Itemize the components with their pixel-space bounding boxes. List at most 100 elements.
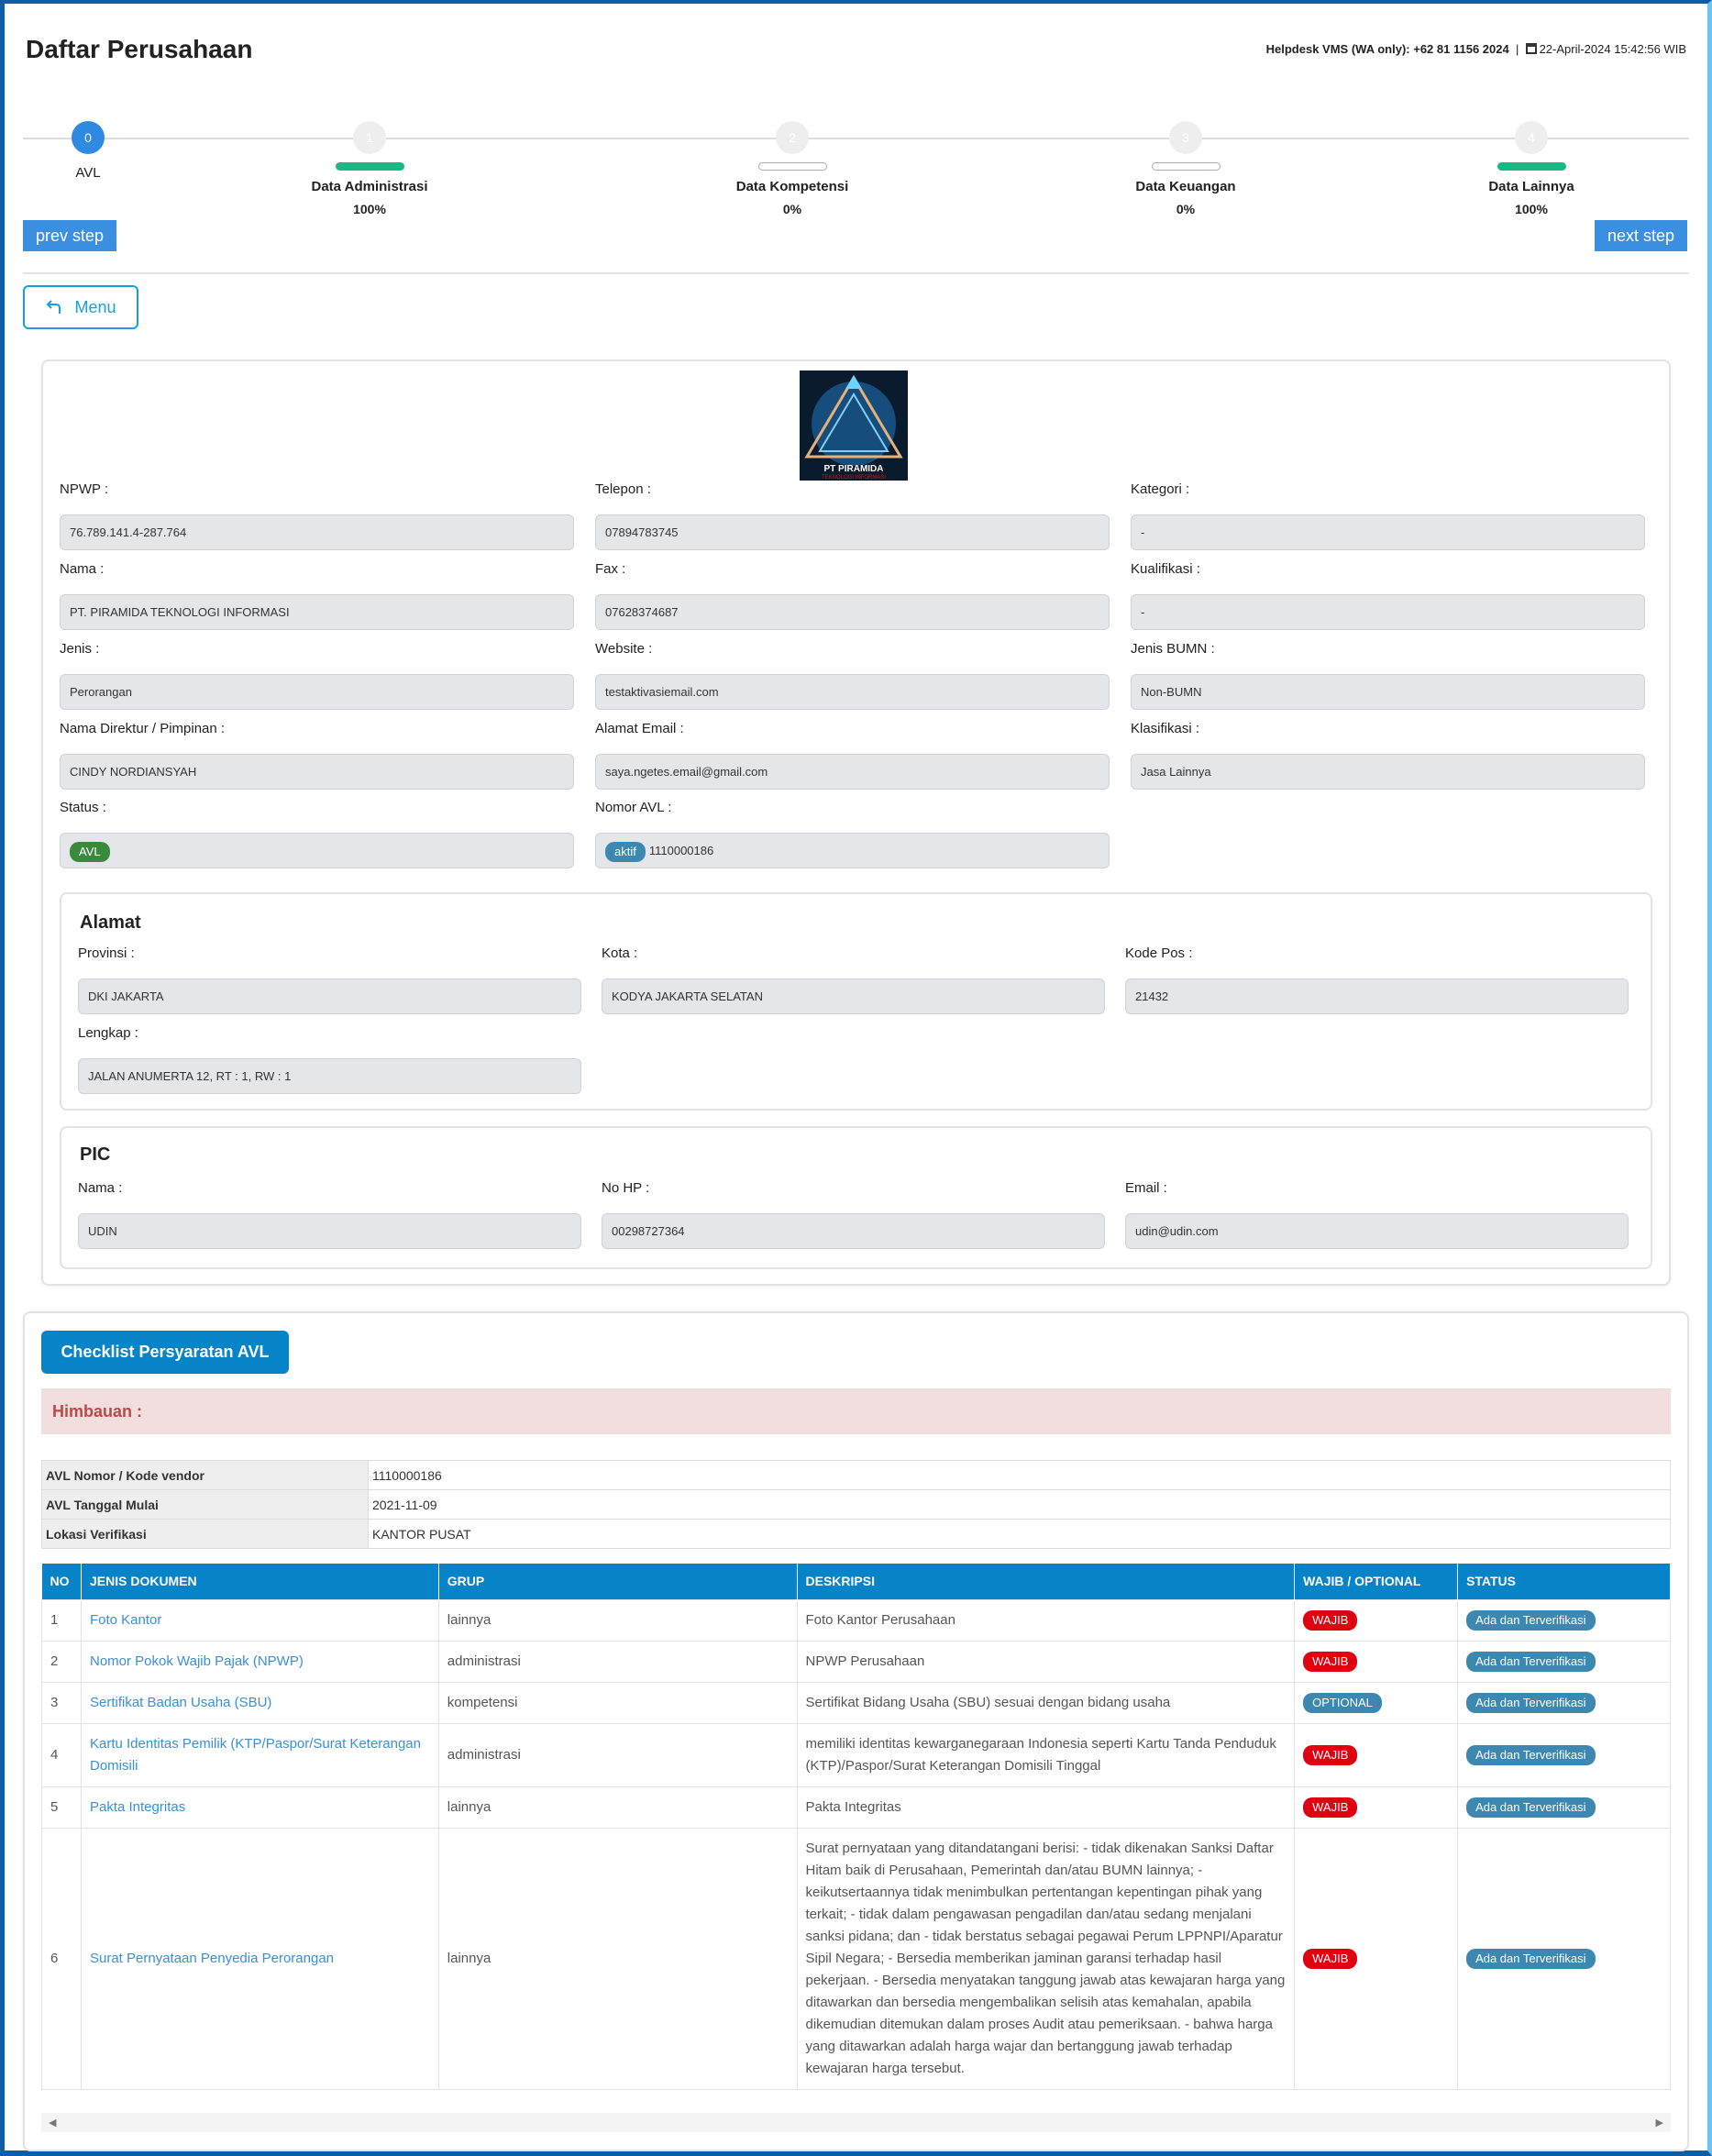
nama-label: Nama : (60, 561, 105, 577)
step-2[interactable]: 2 Data Kompetensi 0% (701, 121, 884, 216)
company-logo: PT PIRAMIDA TEKNOLOGI INFORMASI (800, 370, 908, 481)
row-grup: lainnya (437, 1598, 798, 1642)
info-value: KANTOR PUSAT (368, 1519, 1671, 1549)
email: Alamat Email : saya.ngetes.email@gmail.co… (595, 721, 1110, 790)
step-progress-bar (1497, 162, 1566, 171)
row-grup: administrasi (437, 1640, 798, 1683)
document-link[interactable]: Pakta Integritas (90, 1799, 185, 1815)
nomor-avl-input[interactable]: aktif 1110000186 (595, 833, 1110, 868)
nomor-avl-value: 1110000186 (648, 844, 714, 857)
column-header: GRUP (438, 1564, 798, 1599)
direktur-input[interactable]: CINDY NORDIANSYAH (60, 754, 574, 790)
telepon-input[interactable]: 07894783745 (595, 514, 1110, 550)
next-step-button[interactable]: next step (1594, 220, 1687, 251)
kualifikasi-value: - (1141, 605, 1145, 619)
website-label: Website : (595, 641, 653, 657)
status-label: Status : (60, 800, 106, 815)
jenis-bumn-input[interactable]: Non-BUMN (1131, 674, 1645, 710)
document-link[interactable]: Kartu Identitas Pemilik (KTP/Paspor/Sura… (90, 1736, 421, 1774)
fax: Fax : 07628374687 (595, 561, 1110, 630)
checklist-button[interactable]: Checklist Persyaratan AVL (41, 1331, 289, 1374)
direktur-value: CINDY NORDIANSYAH (70, 765, 197, 779)
direktur: Nama Direktur / Pimpinan : CINDY NORDIANS… (60, 721, 574, 790)
step-label: Data Kompetensi (735, 179, 849, 194)
row-grup: kompetensi (437, 1681, 798, 1724)
kualifikasi-label: Kualifikasi : (1131, 561, 1200, 577)
document-link[interactable]: Foto Kantor (90, 1612, 161, 1628)
step-4[interactable]: 4 Data Lainnya 100% (1440, 121, 1623, 216)
row-no: 6 (41, 1827, 82, 2090)
avl-status-badge: AVL (70, 841, 110, 862)
row-no: 4 (41, 1722, 82, 1787)
step-circle[interactable]: 4 (1515, 121, 1548, 154)
row-doc: Kartu Identitas Pemilik (KTP/Paspor/Sura… (80, 1722, 439, 1787)
website-input[interactable]: testaktivasiemail.com (595, 674, 1110, 710)
info-value: 1110000186 (368, 1460, 1671, 1490)
step-0[interactable]: 0 AVL (0, 121, 180, 181)
jenis-input[interactable]: Perorangan (60, 674, 574, 710)
row-desc: Pakta Integritas (796, 1786, 1296, 1829)
row-desc: Foto Kantor Perusahaan (796, 1598, 1296, 1642)
alamat-title: Alamat (80, 912, 141, 933)
requirement-badge: WAJIB (1303, 1744, 1358, 1765)
back-arrow-icon (47, 300, 61, 314)
kategori-input[interactable]: - (1131, 514, 1645, 550)
status-input[interactable]: AVL (60, 833, 574, 868)
kategori: Kategori : - (1131, 481, 1645, 550)
row-status: Ada dan Terverifikasi (1457, 1786, 1671, 1829)
nama-input[interactable]: PT. PIRAMIDA TEKNOLOGI INFORMASI (60, 594, 574, 630)
document-link[interactable]: Surat Pernyataan Penyedia Perorangan (90, 1951, 334, 1966)
step-percent: 100% (1515, 202, 1548, 216)
npwp-input[interactable]: 76.789.141.4-287.764 (60, 514, 574, 550)
requirement-badge: WAJIB (1303, 1797, 1358, 1818)
row-doc: Foto Kantor (80, 1598, 439, 1642)
info-row: Lokasi Verifikasi KANTOR PUSAT (41, 1519, 1671, 1549)
telepon-value: 07894783745 (605, 525, 679, 539)
status-badge: Ada dan Terverifikasi (1466, 1948, 1596, 1969)
column-header: NO (41, 1564, 82, 1599)
email-input[interactable]: saya.ngetes.email@gmail.com (595, 754, 1110, 790)
row-grup: administrasi (437, 1722, 798, 1787)
row-grup: lainnya (437, 1827, 798, 2090)
kategori-value: - (1141, 525, 1145, 539)
klasifikasi-label: Klasifikasi : (1131, 721, 1200, 736)
nama-value: PT. PIRAMIDA TEKNOLOGI INFORMASI (70, 605, 290, 619)
step-circle[interactable]: 3 (1169, 121, 1202, 154)
column-header: WAJIB / OPTIONAL (1294, 1564, 1459, 1599)
pic-section: PIC (60, 1126, 1652, 1269)
datetime: 22-April-2024 15:42:56 WIB (1539, 42, 1686, 56)
step-3[interactable]: 3 Data Keuangan 0% (1094, 121, 1277, 216)
website: Website : testaktivasiemail.com (595, 641, 1110, 710)
klasifikasi-input[interactable]: Jasa Lainnya (1131, 754, 1645, 790)
status: Status : AVL (60, 800, 574, 868)
menu-button[interactable]: Menu (23, 285, 138, 329)
scroll-right-icon[interactable]: ▶ (1656, 2117, 1663, 2128)
kualifikasi: Kualifikasi : - (1131, 561, 1645, 630)
document-link[interactable]: Sertifikat Badan Usaha (SBU) (90, 1695, 271, 1710)
horizontal-scrollbar[interactable]: ◀ ▶ (41, 2113, 1671, 2132)
checklist-table: NO JENIS DOKUMEN GRUP DESKRIPSI WAJIB / OPTI… (41, 1564, 1671, 2090)
fax-input[interactable]: 07628374687 (595, 594, 1110, 630)
document-link[interactable]: Nomor Pokok Wajib Pajak (NPWP) (90, 1653, 304, 1669)
row-doc: Pakta Integritas (80, 1786, 439, 1829)
svg-text:PT PIRAMIDA: PT PIRAMIDA (824, 464, 884, 474)
step-1[interactable]: 1 Data Administrasi 100% (278, 121, 461, 216)
step-circle[interactable]: 1 (353, 121, 386, 154)
requirement-badge: WAJIB (1303, 1609, 1358, 1631)
step-label: Data Administrasi (311, 179, 428, 194)
kualifikasi-input[interactable]: - (1131, 594, 1645, 630)
row-desc: Surat pernyataan yang ditandatangani ber… (796, 1827, 1296, 2090)
step-circle[interactable]: 2 (776, 121, 809, 154)
kategori-label: Kategori : (1131, 481, 1190, 497)
table-row: 2 Nomor Pokok Wajib Pajak (NPWP) administr… (41, 1640, 1671, 1683)
step-circle[interactable]: 0 (72, 121, 105, 154)
step-label: AVL (75, 165, 101, 181)
prev-step-button[interactable]: prev step (23, 220, 117, 251)
fax-label: Fax : (595, 561, 626, 577)
status-badge: Ada dan Terverifikasi (1466, 1692, 1596, 1713)
row-requirement: WAJIB (1294, 1598, 1459, 1642)
requirement-badge: OPTIONAL (1303, 1692, 1382, 1713)
top-info: Helpdesk VMS (WA only): +62 81 1156 2024… (1266, 42, 1686, 56)
info-label: AVL Nomor / Kode vendor (41, 1460, 369, 1490)
scroll-left-icon[interactable]: ◀ (49, 2117, 56, 2128)
